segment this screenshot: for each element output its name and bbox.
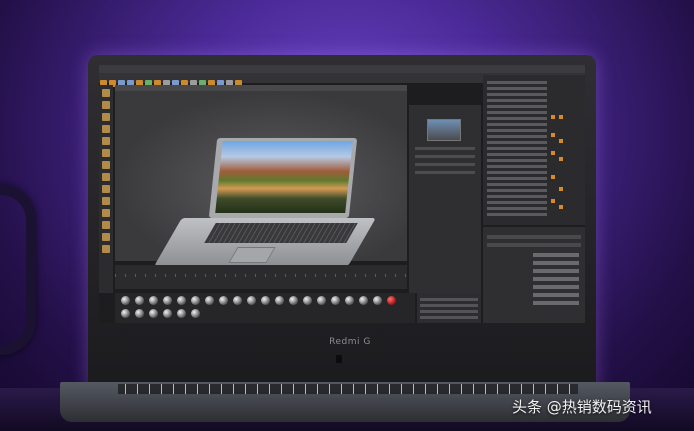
rendered-keyboard	[204, 223, 358, 243]
webcam-notch	[336, 355, 342, 363]
timeline-ruler	[115, 274, 407, 277]
watermark: 头条 @热销数码资讯	[512, 398, 652, 416]
laptop-screen	[99, 65, 585, 323]
app-menubar	[99, 65, 585, 78]
animation-timeline	[115, 265, 407, 289]
3d-viewport	[115, 91, 407, 266]
object-manager	[483, 75, 585, 225]
app-left-toolbar	[99, 85, 113, 293]
properties-panel	[483, 227, 585, 323]
rendered-landscape-display	[215, 141, 353, 213]
coordinates-panel	[417, 293, 481, 323]
keyboard-row	[118, 384, 578, 394]
material-manager	[115, 293, 415, 323]
laptop-brand-label: Redmi G	[329, 337, 371, 347]
attributes-panel	[409, 105, 481, 293]
attribute-thumbnail	[427, 119, 461, 141]
photo-scene: Redmi G 头条 @热销数码资讯	[0, 0, 694, 431]
headphone	[0, 185, 36, 355]
